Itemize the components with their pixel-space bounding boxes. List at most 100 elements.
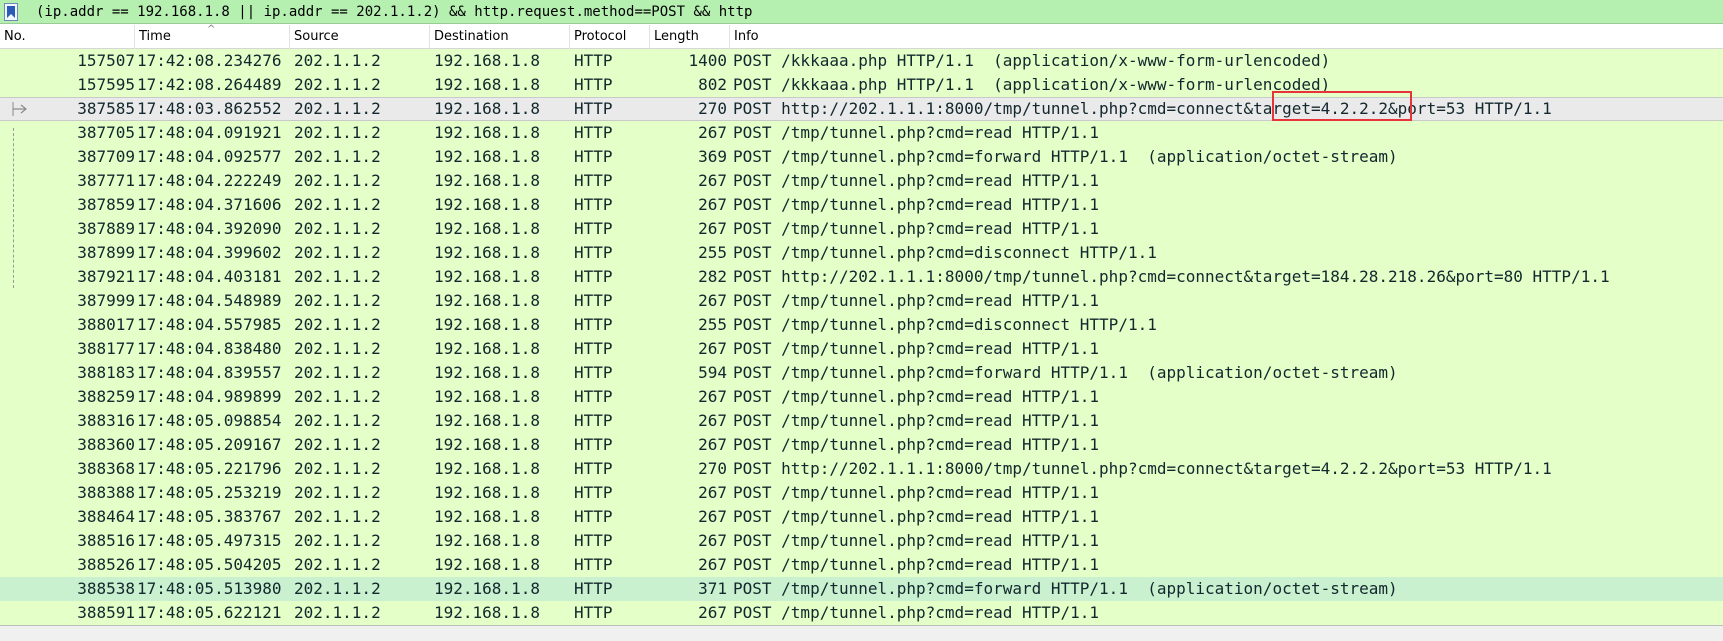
packet-destination: 192.168.1.8: [434, 171, 540, 190]
packet-no: 388360: [77, 435, 135, 454]
packet-no: 388516: [77, 531, 135, 550]
packet-no: 387899: [77, 243, 135, 262]
packet-destination: 192.168.1.8: [434, 579, 540, 598]
packet-info: POST /tmp/tunnel.php?cmd=read HTTP/1.1: [733, 339, 1100, 358]
packet-row[interactable]: 388538 17:48:05.513980 202.1.1.2 192.168.1.…: [0, 577, 1723, 601]
packet-row[interactable]: 388177 17:48:04.838480 202.1.1.2 192.168.1.…: [0, 337, 1723, 361]
packet-time: 17:48:05.221796: [137, 459, 282, 478]
packet-source: 202.1.1.2: [294, 483, 381, 502]
packet-row[interactable]: 388516 17:48:05.497315 202.1.1.2 192.168.1.…: [0, 529, 1723, 553]
packet-destination: 192.168.1.8: [434, 243, 540, 262]
packet-time: 17:48:04.838480: [137, 339, 282, 358]
packet-length: 267: [698, 435, 727, 454]
packet-protocol: HTTP: [574, 315, 613, 334]
packet-protocol: HTTP: [574, 195, 613, 214]
column-header-no[interactable]: No.: [0, 25, 135, 49]
packet-no: 388259: [77, 387, 135, 406]
display-filter-input[interactable]: (ip.addr == 192.168.1.8 || ip.addr == 20…: [36, 4, 752, 20]
packet-source: 202.1.1.2: [294, 435, 381, 454]
column-header-length[interactable]: Length: [650, 25, 730, 49]
packet-info: POST /tmp/tunnel.php?cmd=read HTTP/1.1: [733, 435, 1100, 454]
packet-source: 202.1.1.2: [294, 75, 381, 94]
horizontal-scrollbar[interactable]: [0, 625, 1723, 641]
packet-destination: 192.168.1.8: [434, 123, 540, 142]
column-header-protocol[interactable]: Protocol: [570, 25, 650, 49]
packet-time: 17:48:05.209167: [137, 435, 282, 454]
packet-length: 267: [698, 603, 727, 622]
packet-row[interactable]: 388526 17:48:05.504205 202.1.1.2 192.168.1.…: [0, 553, 1723, 577]
packet-row[interactable]: 387859 17:48:04.371606 202.1.1.2 192.168.1.…: [0, 193, 1723, 217]
packet-row[interactable]: 388368 17:48:05.221796 202.1.1.2 192.168.1.…: [0, 457, 1723, 481]
packet-no: 388538: [77, 579, 135, 598]
packet-protocol: HTTP: [574, 411, 613, 430]
packet-protocol: HTTP: [574, 363, 613, 382]
packet-destination: 192.168.1.8: [434, 315, 540, 334]
packet-time: 17:48:04.839557: [137, 363, 282, 382]
column-header-source[interactable]: Source: [290, 25, 430, 49]
packet-info: POST http://202.1.1.1:8000/tmp/tunnel.ph…: [733, 99, 1552, 118]
packet-destination: 192.168.1.8: [434, 267, 540, 286]
packet-time: 17:48:04.989899: [137, 387, 282, 406]
packet-row[interactable]: 387705 17:48:04.091921 202.1.1.2 192.168.1.…: [0, 121, 1723, 145]
packet-row[interactable]: 388388 17:48:05.253219 202.1.1.2 192.168.1.…: [0, 481, 1723, 505]
packet-destination: 192.168.1.8: [434, 459, 540, 478]
packet-time: 17:48:04.092577: [137, 147, 282, 166]
packet-row[interactable]: 387899 17:48:04.399602 202.1.1.2 192.168.1.…: [0, 241, 1723, 265]
packet-protocol: HTTP: [574, 435, 613, 454]
packet-info: POST http://202.1.1.1:8000/tmp/tunnel.ph…: [733, 267, 1610, 286]
packet-source: 202.1.1.2: [294, 123, 381, 142]
packet-time: 17:48:05.622121: [137, 603, 282, 622]
packet-info: POST /tmp/tunnel.php?cmd=read HTTP/1.1: [733, 387, 1100, 406]
column-header-info[interactable]: Info: [730, 25, 1723, 49]
packet-length: 267: [698, 171, 727, 190]
packet-info: POST /tmp/tunnel.php?cmd=read HTTP/1.1: [733, 171, 1100, 190]
packet-length: 267: [698, 411, 727, 430]
packet-destination: 192.168.1.8: [434, 291, 540, 310]
packet-row[interactable]: 157595 17:42:08.264489 202.1.1.2 192.168.1.…: [0, 73, 1723, 97]
display-filter-bar[interactable]: (ip.addr == 192.168.1.8 || ip.addr == 20…: [0, 0, 1723, 24]
packet-row[interactable]: 387585 17:48:03.862552 202.1.1.2 192.168.1.…: [0, 97, 1723, 121]
packet-row[interactable]: 387889 17:48:04.392090 202.1.1.2 192.168.1.…: [0, 217, 1723, 241]
packet-row[interactable]: 387771 17:48:04.222249 202.1.1.2 192.168.1.…: [0, 169, 1723, 193]
packet-info: POST /tmp/tunnel.php?cmd=read HTTP/1.1: [733, 123, 1100, 142]
packet-length: 270: [698, 99, 727, 118]
packet-destination: 192.168.1.8: [434, 555, 540, 574]
packet-time: 17:48:04.222249: [137, 171, 282, 190]
packet-time: 17:48:04.091921: [137, 123, 282, 142]
packet-source: 202.1.1.2: [294, 315, 381, 334]
packet-row[interactable]: 388591 17:48:05.622121 202.1.1.2 192.168.1.…: [0, 601, 1723, 625]
packet-row[interactable]: 388017 17:48:04.557985 202.1.1.2 192.168.1.…: [0, 313, 1723, 337]
packet-protocol: HTTP: [574, 339, 613, 358]
packet-info: POST /tmp/tunnel.php?cmd=read HTTP/1.1: [733, 219, 1100, 238]
packet-protocol: HTTP: [574, 603, 613, 622]
sort-indicator-icon: ^: [207, 24, 216, 35]
packet-time: 17:48:04.548989: [137, 291, 282, 310]
packet-length: 267: [698, 555, 727, 574]
packet-row[interactable]: 388183 17:48:04.839557 202.1.1.2 192.168.1.…: [0, 361, 1723, 385]
packet-no: 388591: [77, 603, 135, 622]
packet-source: 202.1.1.2: [294, 363, 381, 382]
packet-source: 202.1.1.2: [294, 603, 381, 622]
packet-destination: 192.168.1.8: [434, 435, 540, 454]
packet-info: POST /kkkaaa.php HTTP/1.1 (application/x…: [733, 51, 1331, 70]
column-header-destination[interactable]: Destination: [430, 25, 570, 49]
packet-length: 1400: [688, 51, 727, 70]
packet-length: 594: [698, 363, 727, 382]
packet-info: POST /tmp/tunnel.php?cmd=forward HTTP/1.…: [733, 579, 1398, 598]
packet-row[interactable]: 387709 17:48:04.092577 202.1.1.2 192.168.1.…: [0, 145, 1723, 169]
related-packet-arrow-icon: [12, 102, 27, 116]
packet-row[interactable]: 387921 17:48:04.403181 202.1.1.2 192.168.1.…: [0, 265, 1723, 289]
packet-row[interactable]: 388316 17:48:05.098854 202.1.1.2 192.168.1.…: [0, 409, 1723, 433]
packet-no: 387999: [77, 291, 135, 310]
packet-row[interactable]: 387999 17:48:04.548989 202.1.1.2 192.168.1.…: [0, 289, 1723, 313]
packet-row[interactable]: 388259 17:48:04.989899 202.1.1.2 192.168.1.…: [0, 385, 1723, 409]
packet-row[interactable]: 157507 17:42:08.234276 202.1.1.2 192.168.1.…: [0, 49, 1723, 73]
packet-row[interactable]: 388360 17:48:05.209167 202.1.1.2 192.168.1.…: [0, 433, 1723, 457]
packet-list: 157507 17:42:08.234276 202.1.1.2 192.168.1.…: [0, 49, 1723, 625]
packet-destination: 192.168.1.8: [434, 531, 540, 550]
packet-time: 17:48:05.497315: [137, 531, 282, 550]
packet-row[interactable]: 388464 17:48:05.383767 202.1.1.2 192.168.1.…: [0, 505, 1723, 529]
packet-length: 267: [698, 339, 727, 358]
bookmark-icon[interactable]: [4, 2, 18, 21]
packet-info: POST /tmp/tunnel.php?cmd=read HTTP/1.1: [733, 411, 1100, 430]
